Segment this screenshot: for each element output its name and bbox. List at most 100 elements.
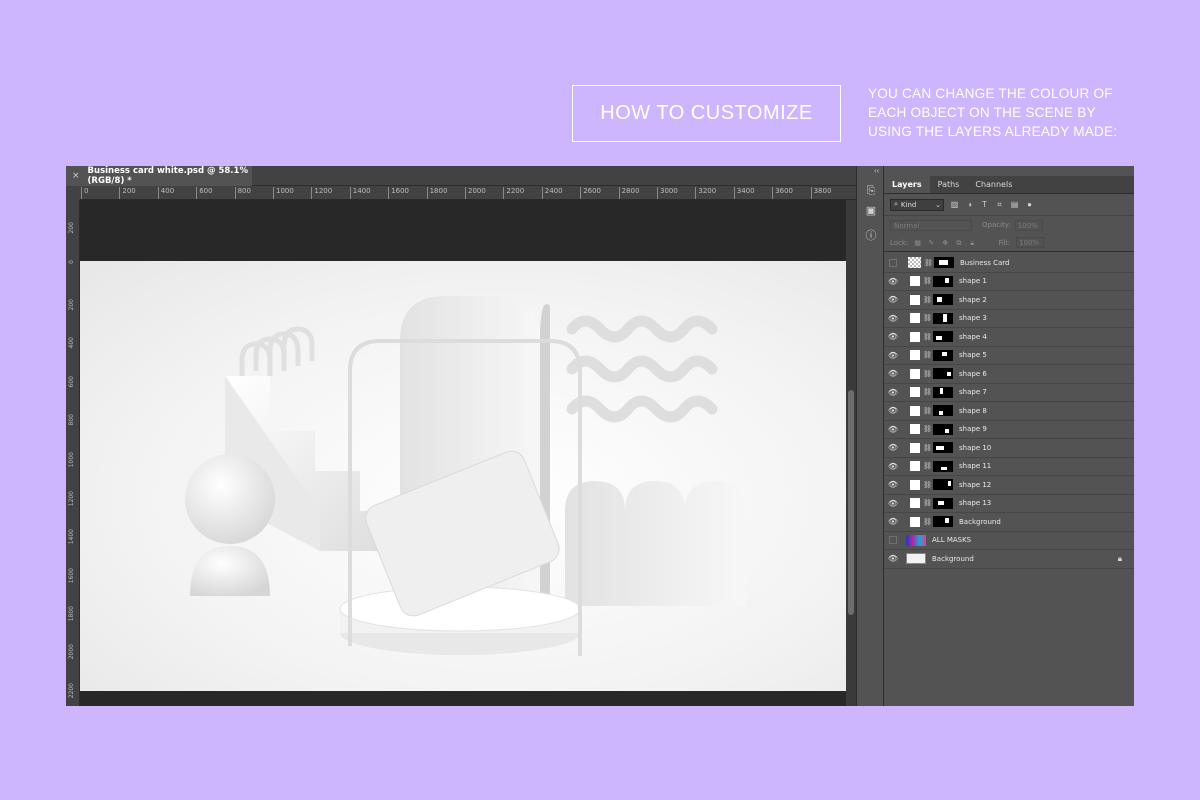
link-icon[interactable]: ⛓︎	[923, 388, 932, 396]
eye-icon[interactable]: 👁︎	[884, 277, 902, 286]
layer-thumbnail	[910, 331, 920, 342]
link-icon[interactable]: ⛓︎	[923, 518, 932, 526]
layer-mask-thumbnail[interactable]	[933, 516, 953, 528]
layer-row[interactable]: 👁︎ ⛓︎ shape 11	[884, 458, 1134, 476]
eye-icon[interactable]: 👁︎	[884, 425, 902, 434]
layer-row[interactable]: 👁︎ ⛓︎ shape 10	[884, 439, 1134, 458]
layer-mask-thumbnail[interactable]	[933, 497, 953, 509]
eye-icon[interactable]: 👁︎	[884, 554, 902, 563]
pixel-filter-icon[interactable]: ▨	[950, 200, 959, 209]
eye-icon[interactable]: 👁︎	[884, 443, 902, 452]
eye-icon[interactable]: 👁︎	[884, 369, 902, 378]
layer-row[interactable]: 👁︎ ⛓︎ shape 2	[884, 291, 1134, 310]
visibility-toggle[interactable]	[884, 536, 902, 545]
lock-all-icon[interactable]: 🔒︎	[970, 239, 978, 247]
eye-icon[interactable]: 👁︎	[884, 499, 902, 508]
layer-row[interactable]: 👁︎ ⛓︎ shape 8	[884, 402, 1134, 421]
eye-icon[interactable]: 👁︎	[884, 314, 902, 323]
horizontal-ruler[interactable]: 0 200 400 600 800 1000 1200 1400 1600 1800 2000 220…	[80, 186, 856, 200]
layer-mask-thumbnail[interactable]	[933, 294, 953, 306]
layer-mask-thumbnail[interactable]	[933, 479, 953, 491]
layer-row[interactable]: ALL MASKS	[884, 532, 1134, 550]
layer-mask-thumbnail[interactable]	[933, 460, 953, 472]
tab-paths[interactable]: Paths	[930, 176, 968, 193]
layer-mask-thumbnail[interactable]	[933, 331, 953, 343]
vertical-ruler[interactable]: 200 0 200 400 600 800 1000 1200 1400 1600 1800 2000…	[66, 200, 80, 706]
document-tab[interactable]: × Business card white.psd @ 58.1% (RGB/8…	[66, 166, 252, 186]
layer-mask-thumbnail[interactable]	[933, 386, 953, 398]
visibility-toggle[interactable]	[884, 258, 902, 267]
lock-transparent-icon[interactable]: ▦	[914, 239, 922, 247]
layer-mask-thumbnail[interactable]	[933, 405, 953, 417]
layer-row[interactable]: 👁︎ Background 🔒︎	[884, 550, 1134, 569]
tab-layers[interactable]: Layers	[884, 176, 930, 193]
fill-field[interactable]: 100%	[1016, 237, 1045, 248]
link-icon[interactable]: ⛓︎	[923, 277, 932, 285]
layer-thumbnail	[910, 276, 920, 287]
comments-icon[interactable]: ▣	[864, 204, 878, 218]
type-filter-icon[interactable]: T	[980, 200, 989, 209]
layer-mask-thumbnail[interactable]	[933, 442, 953, 454]
lock-icon[interactable]: 🔒︎	[1118, 554, 1122, 564]
blend-mode-select[interactable]: Normal	[890, 219, 972, 231]
link-icon[interactable]: ⛓︎	[923, 499, 932, 507]
layer-mask-thumbnail[interactable]	[933, 312, 953, 324]
eye-icon[interactable]: 👁︎	[884, 332, 902, 341]
layer-row[interactable]: 👁︎ ⛓︎ shape 5	[884, 347, 1134, 365]
filter-toggle-icon[interactable]: ●	[1025, 200, 1034, 209]
lock-artboard-icon[interactable]: ⧉	[956, 239, 964, 247]
canvas-area[interactable]	[80, 200, 846, 706]
layer-mask-thumbnail[interactable]	[933, 349, 953, 361]
wave-shapes	[566, 315, 718, 423]
link-icon[interactable]: ⛓︎	[923, 407, 932, 415]
layer-row[interactable]: 👁︎ ⛓︎ shape 4	[884, 328, 1134, 347]
layer-mask-thumbnail[interactable]	[933, 275, 953, 287]
layer-row[interactable]: 👁︎ ⛓︎ Background	[884, 513, 1134, 532]
eye-icon[interactable]: 👁︎	[884, 462, 902, 471]
smart-object-filter-icon[interactable]: ▤	[1010, 200, 1019, 209]
layer-row[interactable]: 👁︎ ⛓︎ shape 3	[884, 310, 1134, 328]
lock-position-icon[interactable]: ✥	[942, 239, 950, 247]
link-icon[interactable]: ⛓︎	[923, 425, 932, 433]
layer-row[interactable]: 👁︎ ⛓︎ shape 1	[884, 273, 1134, 291]
link-icon[interactable]: ⛓︎	[923, 296, 932, 304]
layer-thumbnail	[910, 461, 920, 472]
layer-name: shape 7	[959, 388, 987, 397]
eye-icon[interactable]: 👁︎	[884, 480, 902, 489]
layer-mask-thumbnail[interactable]	[934, 257, 954, 269]
vertical-scrollbar[interactable]	[846, 200, 856, 706]
eye-icon[interactable]: 👁︎	[884, 406, 902, 415]
close-tab-icon[interactable]: ×	[72, 171, 80, 181]
layer-row[interactable]: 👁︎ ⛓︎ shape 12	[884, 476, 1134, 495]
link-icon[interactable]: ⛓︎	[923, 444, 932, 452]
link-icon[interactable]: ⛓︎	[923, 481, 932, 489]
scrollbar-thumb[interactable]	[848, 390, 854, 615]
opacity-field[interactable]: 100%	[1014, 219, 1043, 231]
tab-channels[interactable]: Channels	[967, 176, 1020, 193]
adjustment-filter-icon[interactable]: ◑	[965, 200, 974, 209]
layer-mask-thumbnail[interactable]	[933, 423, 953, 435]
link-icon[interactable]: ⛓︎	[923, 351, 932, 359]
layer-row[interactable]: 👁︎ ⛓︎ shape 7	[884, 384, 1134, 402]
eye-icon[interactable]: 👁︎	[884, 517, 902, 526]
link-icon[interactable]: ⛓︎	[923, 462, 932, 470]
kind-filter-select[interactable]: ⌕ Kind ⌄	[890, 198, 944, 211]
link-icon[interactable]: ⛓︎	[923, 333, 932, 341]
info-icon[interactable]: ⓘ	[864, 229, 878, 243]
layer-row[interactable]: 👁︎ ⛓︎ shape 13	[884, 495, 1134, 513]
layer-row[interactable]: ⛓︎ Business Card	[884, 254, 1134, 273]
link-icon[interactable]: ⛓︎	[924, 259, 933, 267]
ruler-tick-label: 0	[68, 260, 75, 265]
lock-image-icon[interactable]: ✎	[928, 239, 936, 247]
history-icon[interactable]: ⎘	[864, 184, 878, 198]
link-icon[interactable]: ⛓︎	[923, 314, 932, 322]
eye-icon[interactable]: 👁︎	[884, 351, 902, 360]
link-icon[interactable]: ⛓︎	[923, 370, 932, 378]
layer-row[interactable]: 👁︎ ⛓︎ shape 9	[884, 421, 1134, 439]
eye-icon[interactable]: 👁︎	[884, 388, 902, 397]
collapse-panels-icon[interactable]: ‹‹	[874, 166, 879, 175]
layer-mask-thumbnail[interactable]	[933, 368, 953, 380]
shape-filter-icon[interactable]: ⌗	[995, 200, 1004, 209]
eye-icon[interactable]: 👁︎	[884, 295, 902, 304]
layer-row[interactable]: 👁︎ ⛓︎ shape 6	[884, 365, 1134, 384]
